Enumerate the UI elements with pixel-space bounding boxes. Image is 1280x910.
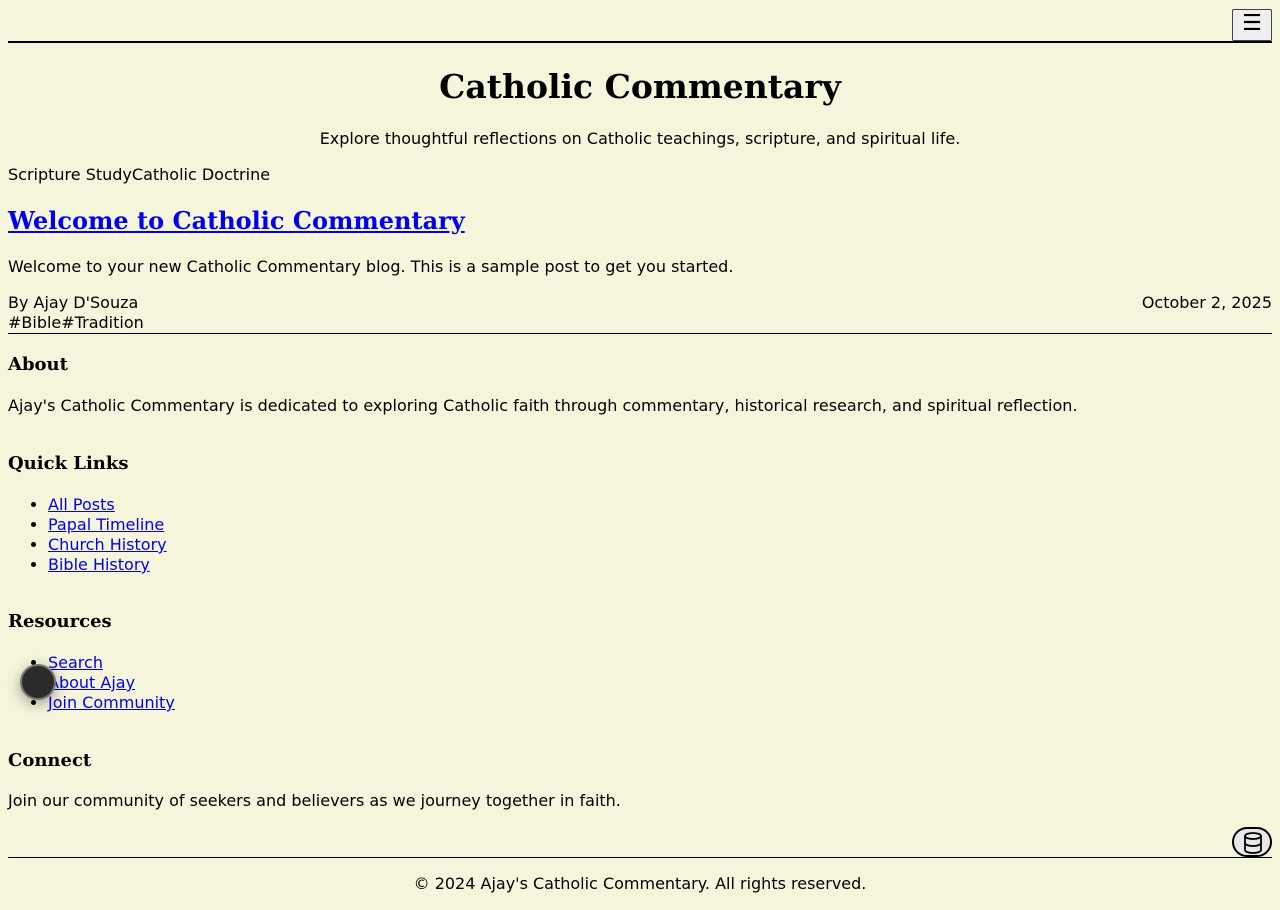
list-item: All Posts (48, 495, 167, 515)
link-bible-history[interactable]: Bible History (48, 555, 150, 574)
site-title: Catholic Commentary (439, 67, 841, 106)
link-about-ajay[interactable]: About Ajay (48, 673, 135, 692)
menu-button[interactable]: ☰ (1232, 9, 1272, 41)
category-list: Scripture StudyCatholic Doctrine (8, 165, 270, 185)
footer-divider (8, 857, 1272, 858)
link-all-posts[interactable]: All Posts (48, 495, 115, 514)
category-catholic-doctrine[interactable]: Catholic Doctrine (132, 165, 270, 184)
about-text: Ajay's Catholic Commentary is dedicated … (8, 396, 1078, 415)
list-item: Papal Timeline (48, 515, 167, 535)
list-item: Bible History (48, 555, 167, 575)
tag-tradition[interactable]: #Tradition (61, 313, 143, 332)
link-search[interactable]: Search (48, 653, 103, 672)
post-author: By Ajay D'Souza (8, 293, 139, 312)
post-excerpt: Welcome to your new Catholic Commentary … (8, 257, 734, 276)
list-item: Search (48, 653, 175, 673)
link-church-history[interactable]: Church History (48, 535, 167, 554)
header-divider (8, 41, 1272, 43)
floating-action-button[interactable] (20, 664, 56, 700)
site-tagline: Explore thoughtful reflections on Cathol… (319, 129, 961, 148)
connect-text: Join our community of seekers and believ… (8, 791, 621, 810)
tag-bible[interactable]: #Bible (8, 313, 61, 332)
list-item: Join Community (48, 693, 175, 713)
list-item: Church History (48, 535, 167, 555)
category-scripture-study[interactable]: Scripture Study (8, 165, 132, 184)
post-title-link[interactable]: Welcome to Catholic Commentary (8, 204, 465, 238)
resources-heading: Resources (8, 611, 112, 632)
post-date: October 2, 2025 (1141, 293, 1272, 312)
copyright-text: © 2024 Ajay's Catholic Commentary. All r… (413, 874, 867, 893)
hamburger-menu-icon: ☰ (1242, 11, 1262, 36)
database-icon (1244, 832, 1262, 854)
link-papal-timeline[interactable]: Papal Timeline (48, 515, 164, 534)
quick-links-list: All Posts Papal Timeline Church History … (8, 495, 167, 575)
about-heading: About (8, 354, 68, 375)
database-button[interactable] (1232, 827, 1272, 857)
quick-links-heading: Quick Links (8, 453, 129, 474)
post-divider (8, 333, 1272, 334)
post-tags: #Bible#Tradition (8, 313, 144, 333)
connect-heading: Connect (8, 750, 92, 771)
link-join-community[interactable]: Join Community (48, 693, 175, 712)
list-item: About Ajay (48, 673, 175, 693)
